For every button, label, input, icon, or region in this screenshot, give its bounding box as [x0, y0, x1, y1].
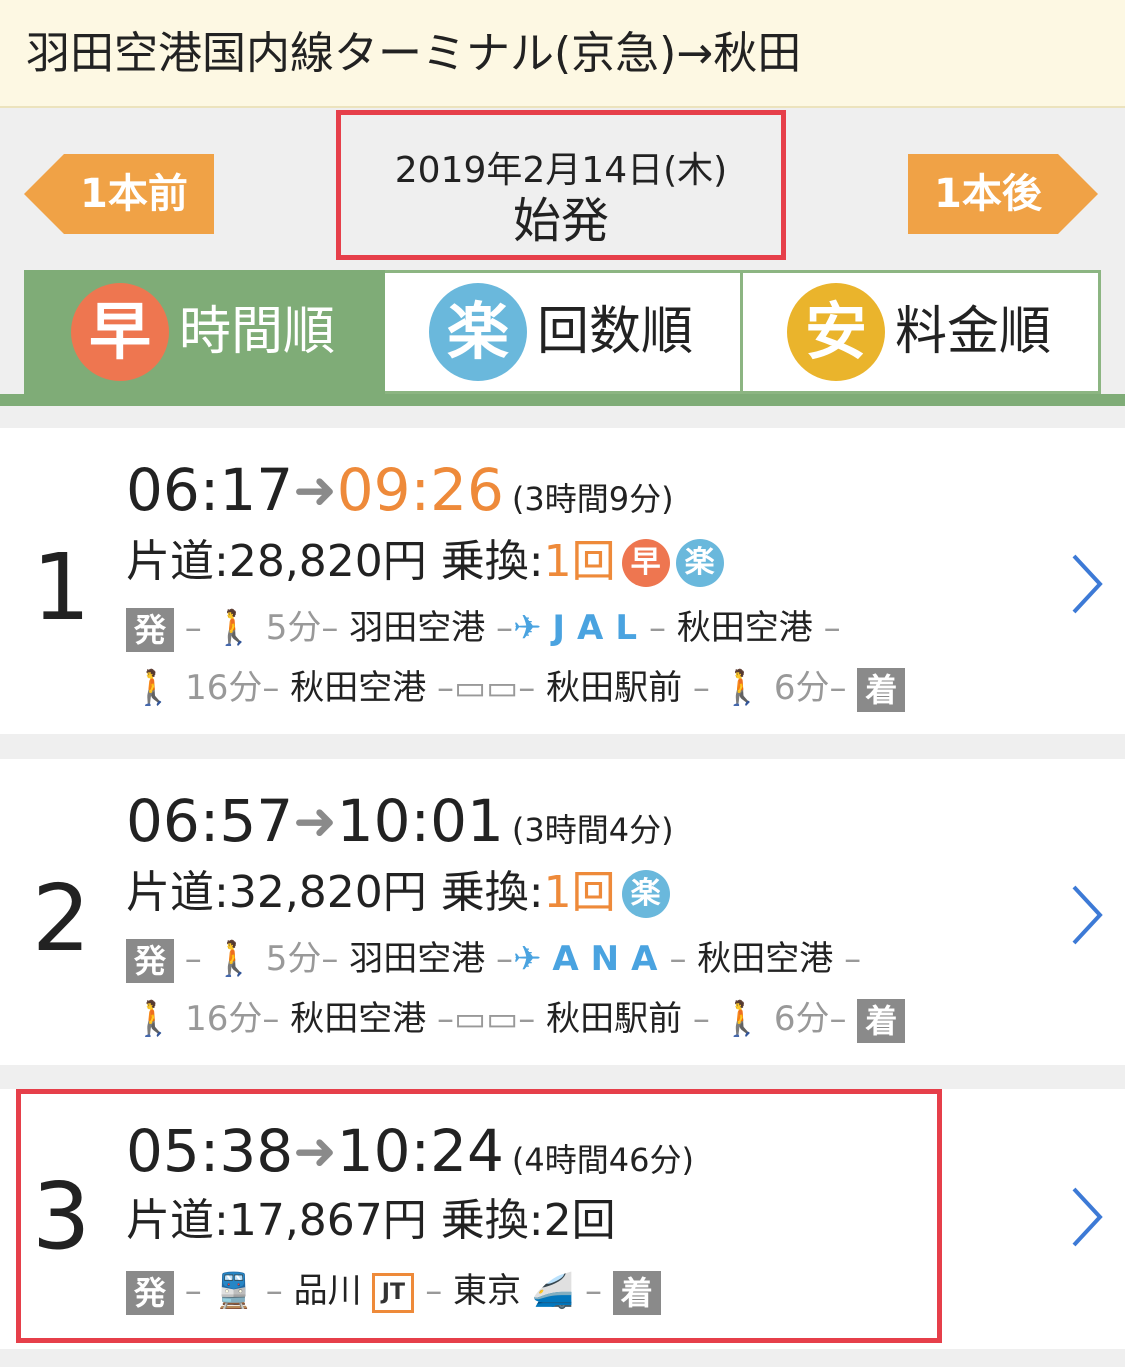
walk-time: 16分 [185, 999, 263, 1039]
route-title: 羽田空港国内線ターミナル(京急)→秋田 [26, 28, 802, 79]
chevron-right-icon[interactable] [1066, 883, 1106, 947]
depart-time: 06:17 [126, 456, 294, 524]
route-index: 1 [32, 534, 91, 641]
fare-amount: 32,820円 [228, 867, 427, 918]
walk-icon: 🚶 [212, 608, 255, 648]
next-train-label: 1本後 [934, 171, 1042, 217]
fast-badge-icon: 早 [621, 539, 670, 587]
tab-label: 回数順 [537, 302, 694, 362]
highlight-frame [16, 1089, 942, 1343]
tab-label: 時間順 [179, 302, 336, 362]
arrive-marker: 着 [857, 998, 906, 1043]
fast-badge-icon: 早 [71, 283, 169, 381]
arrive-time: 09:26 [336, 456, 504, 524]
station-name: 羽田空港 [349, 608, 486, 648]
station-name: 秋田駅前 [546, 999, 683, 1039]
station-name: 秋田空港 [290, 668, 427, 708]
bus-icon: ▭▭ [454, 999, 519, 1039]
easy-badge-icon: 楽 [621, 870, 670, 918]
transfer-label: 乗換: [440, 867, 544, 918]
previous-train-label: 1本前 [80, 171, 188, 217]
walk-icon: 🚶 [720, 668, 764, 708]
depart-time: 06:57 [126, 787, 294, 855]
depart-marker: 発 [126, 607, 174, 652]
airline-name: JAL [552, 608, 649, 648]
header-bar: 羽田空港国内線ターミナル(京急)→秋田 [0, 0, 1125, 108]
station-name: 秋田空港 [290, 999, 427, 1039]
transfer-label: 乗換: [440, 536, 544, 587]
tab-underline [0, 394, 1125, 406]
route-segment-line: 発 – 🚶 5分– 羽田空港 –✈ JAL– 秋田空港 – [126, 604, 841, 652]
tab-label: 料金順 [895, 302, 1052, 362]
tab-sort-by-fare[interactable]: 安 料金順 [743, 270, 1101, 394]
fare-line: 片道:28,820円 乗換:1回早楽 [126, 534, 724, 590]
arrive-time: 10:01 [336, 787, 504, 855]
walk-time: 6分 [773, 668, 830, 708]
station-name: 秋田空港 [676, 608, 813, 648]
previous-train-button[interactable]: 1本前 [24, 154, 214, 234]
next-train-button[interactable]: 1本後 [908, 154, 1100, 234]
route-card-2[interactable]: 2 06:57➜10:01 (3時間4分) 片道:32,820円 乗換:1回楽 発… [0, 759, 1125, 1065]
airline-name: ANA [552, 939, 670, 979]
arrow-right-icon: ➜ [293, 792, 337, 852]
date-navigation: 1本前 2019年2月14日(木) 始発 1本後 [0, 110, 1125, 270]
walk-time: 5分 [265, 939, 322, 979]
walk-time: 16分 [185, 668, 263, 708]
station-name: 秋田空港 [697, 939, 834, 979]
walk-icon: 🚶 [212, 939, 255, 979]
fare-label: 片道: [126, 536, 229, 587]
airplane-icon: ✈ [513, 939, 542, 979]
search-date: 2019年2月14日(木) [394, 150, 728, 191]
walk-icon: 🚶 [720, 999, 764, 1039]
easy-badge-icon: 楽 [429, 283, 527, 381]
easy-badge-icon: 楽 [675, 539, 724, 587]
fare-label: 片道: [126, 867, 229, 918]
fare-line: 片道:32,820円 乗換:1回楽 [126, 865, 670, 921]
walk-time: 5分 [265, 608, 322, 648]
route-segment-line: 🚶 16分– 秋田空港 –▭▭– 秋田駅前 – 🚶 6分– 着 [132, 995, 906, 1043]
search-mode: 始発 [512, 193, 609, 249]
route-segment-line: 🚶 16分– 秋田空港 –▭▭– 秋田駅前 – 🚶 6分– 着 [132, 664, 906, 712]
bus-icon: ▭▭ [454, 668, 519, 708]
route-card-1[interactable]: 1 06:17➜09:26 (3時間9分) 片道:28,820円 乗換:1回早楽 … [0, 428, 1125, 734]
tab-sort-by-transfers[interactable]: 楽 回数順 [385, 270, 743, 394]
route-times: 06:57➜10:01 (3時間4分) [126, 789, 674, 862]
arrive-marker: 着 [857, 667, 906, 712]
transfer-count: 1回 [543, 867, 616, 918]
airplane-icon: ✈ [513, 608, 542, 648]
station-name: 羽田空港 [349, 939, 486, 979]
tab-sort-by-time[interactable]: 早 時間順 [24, 270, 385, 394]
walk-time: 6分 [773, 999, 830, 1039]
chevron-right-icon[interactable] [1066, 1185, 1106, 1249]
route-times: 06:17➜09:26 (3時間9分) [126, 458, 674, 531]
chevron-right-icon[interactable] [1066, 552, 1106, 616]
transfer-count: 1回 [543, 536, 616, 587]
cheap-badge-icon: 安 [787, 283, 885, 381]
station-name: 秋田駅前 [546, 668, 683, 708]
date-selector[interactable]: 2019年2月14日(木) 始発 [336, 110, 786, 260]
route-segment-line: 発 – 🚶 5分– 羽田空港 –✈ ANA– 秋田空港 – [126, 935, 861, 983]
fare-amount: 28,820円 [228, 536, 427, 587]
duration: (3時間9分) [511, 480, 674, 518]
walk-icon: 🚶 [132, 999, 175, 1039]
sort-tabs: 早 時間順 楽 回数順 安 料金順 [24, 270, 1101, 394]
route-index: 2 [32, 865, 91, 972]
duration: (3時間4分) [511, 811, 674, 849]
arrow-right-icon: ➜ [293, 461, 337, 521]
walk-icon: 🚶 [132, 668, 175, 708]
depart-marker: 発 [126, 938, 174, 983]
